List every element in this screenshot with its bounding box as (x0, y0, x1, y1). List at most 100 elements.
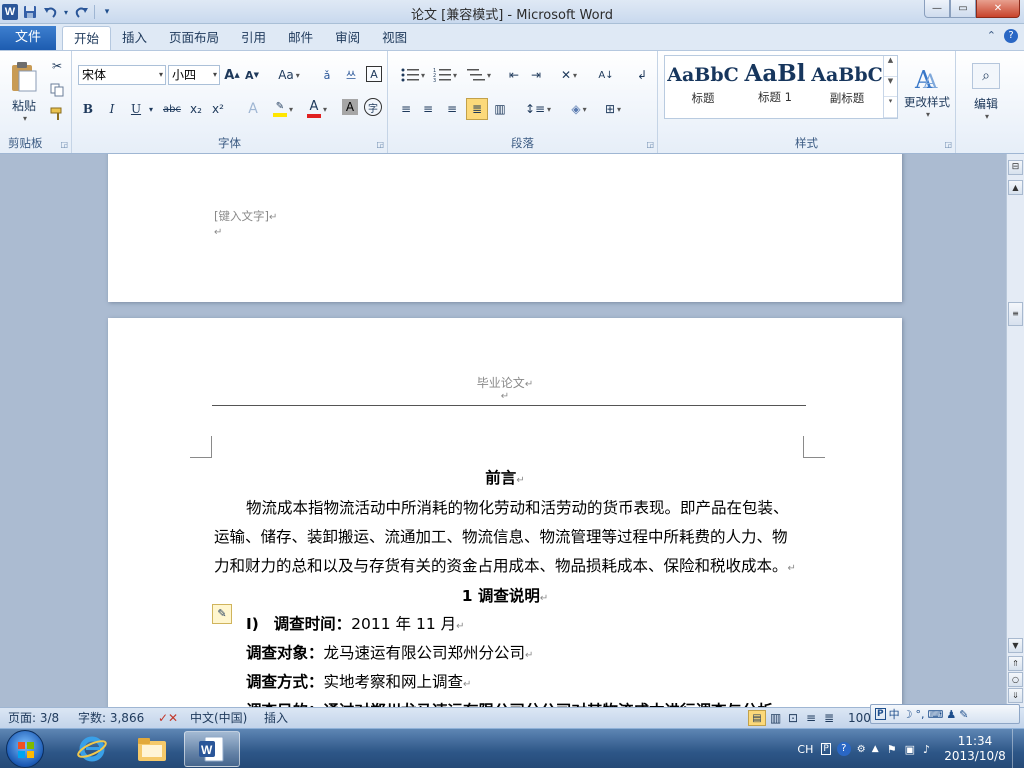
font-launcher-icon[interactable]: ◲ (376, 140, 384, 149)
full-screen-reading-icon[interactable]: ▥ (770, 710, 781, 726)
character-border-icon[interactable]: A (366, 66, 382, 82)
minimize-ribbon-icon[interactable]: ⌃ (987, 29, 996, 43)
style-subtitle[interactable]: AaBbC 副标题 (811, 56, 883, 118)
help-icon[interactable]: ? (1004, 29, 1018, 43)
page-count[interactable]: 页面: 3/8 (8, 710, 59, 726)
page-footer-placeholder[interactable]: [键入文字]↵ (214, 208, 277, 224)
ime-chinese-mode[interactable]: 中 (889, 706, 900, 722)
gallery-more-icon[interactable]: ▾ (884, 97, 897, 119)
paste-button[interactable]: 粘贴 ▾ (4, 55, 44, 129)
outline-view-icon[interactable]: ≡ (806, 710, 816, 726)
gallery-down-icon[interactable]: ▼ (884, 77, 897, 98)
grow-font-button[interactable]: A ▲ (224, 66, 240, 84)
page-2[interactable]: [键入文字]↵ ↵ (108, 154, 902, 302)
character-shading-button[interactable]: A (342, 99, 358, 115)
change-styles-button[interactable]: AA 更改样式 ▾ (900, 57, 954, 127)
action-center-flag-icon[interactable]: ⚑ (887, 743, 897, 756)
ime-tray-icon[interactable]: P (821, 743, 831, 755)
survey-purpose-line[interactable]: 调查目的：通过对郑州龙马速运有限公司分公司对其物流成本进行调查与分析 (246, 699, 773, 707)
show-desktop-button[interactable] (1012, 729, 1024, 768)
volume-icon[interactable]: ♪ (923, 743, 930, 756)
tray-options-icon[interactable]: ⚙ (857, 744, 866, 755)
taskbar-explorer[interactable] (124, 731, 180, 767)
input-language-indicator[interactable]: CH (797, 743, 813, 756)
ime-logo-icon[interactable]: P (875, 708, 886, 720)
taskbar-word[interactable]: W (184, 731, 240, 767)
insert-mode-indicator[interactable]: 插入 (264, 710, 288, 726)
scroll-down-icon[interactable]: ▼ (1008, 638, 1023, 653)
bold-button[interactable]: B (78, 99, 98, 119)
show-hidden-icons[interactable]: ▲ (872, 744, 879, 754)
subscript-button[interactable]: x₂ (186, 99, 206, 119)
paragraph-launcher-icon[interactable]: ◲ (646, 140, 654, 149)
tab-page-layout[interactable]: 页面布局 (158, 26, 230, 50)
survey-method-line[interactable]: 调查方式：实地考察和网上调查↵ (246, 670, 471, 692)
highlight-color-button[interactable]: ✎ ▾ (270, 99, 296, 119)
scroll-thumb[interactable]: ≡ (1008, 302, 1023, 326)
web-layout-icon[interactable]: ⊡ (788, 710, 798, 726)
phonetic-guide-icon[interactable]: ǎ (318, 66, 336, 84)
help-tray-icon[interactable]: ? (836, 742, 851, 756)
document-area[interactable]: [键入文字]↵ ↵ 毕业论文↵ ↵ 前言↵ 物流成本指物流活动中所消耗的物化劳动… (0, 154, 1006, 707)
tab-file[interactable]: 文件 (0, 26, 56, 50)
font-name-combo[interactable]: 宋体 ▾ (78, 65, 166, 85)
network-icon[interactable]: ▣ (905, 743, 915, 756)
distributed-icon[interactable]: ▥ (490, 99, 510, 119)
ime-halfwidth-icon[interactable]: ☽ (903, 708, 913, 721)
print-layout-view-icon[interactable]: ▤ (748, 710, 766, 726)
shrink-font-button[interactable]: A ▼ (244, 66, 260, 84)
draft-view-icon[interactable]: ≣ (824, 710, 834, 726)
line-spacing-button[interactable]: ↕≡ ▾ (524, 99, 552, 119)
clock[interactable]: 11:34 2013/10/8 (938, 734, 1012, 764)
change-case-button[interactable]: Aa ▾ (276, 66, 302, 84)
taskbar-internet-explorer[interactable] (64, 731, 120, 767)
italic-button[interactable]: I (102, 99, 122, 119)
enclose-characters-button[interactable]: 字 (364, 98, 382, 116)
vertical-scrollbar[interactable]: ⊟ ▲ ≡ ▼ ⇑ ○ ⇓ (1006, 154, 1024, 707)
superscript-button[interactable]: x² (208, 99, 228, 119)
survey-time-line[interactable]: I) 调查时间：2011 年 11 月↵ (246, 612, 465, 634)
ime-keyboard-icon[interactable]: ⌨ (927, 708, 943, 721)
scroll-up-icon[interactable]: ▲ (1008, 180, 1023, 195)
preface-line-1[interactable]: 物流成本指物流活动中所消耗的物化劳动和活劳动的货币表现。即产品在包装、 (246, 496, 789, 518)
font-size-combo[interactable]: 小四 ▾ (168, 65, 220, 85)
ime-user-icon[interactable]: ♟ (946, 708, 956, 721)
text-effects-icon[interactable]: A (242, 99, 264, 119)
align-right-icon[interactable]: ≡ (442, 99, 462, 119)
maximize-button[interactable]: ▭ (950, 0, 976, 18)
decrease-indent-icon[interactable]: ⇤ (504, 66, 524, 84)
zoom-level[interactable]: 100 (848, 710, 871, 726)
justify-button[interactable]: ≣ (466, 98, 488, 120)
align-left-icon[interactable]: ≡ (396, 99, 416, 119)
tab-insert[interactable]: 插入 (111, 26, 158, 50)
editing-button[interactable]: ⌕ 编辑 ▾ (964, 57, 1008, 127)
cut-icon[interactable]: ✂ (48, 57, 66, 75)
preface-line-3[interactable]: 力和财力的总和以及与存货有关的资金占用成本、物品损耗成本、保险和税收成本。↵ (214, 554, 796, 576)
underline-button[interactable]: U (126, 99, 146, 119)
clear-formatting-icon[interactable]: 쓰 (342, 66, 360, 84)
format-painter-icon[interactable] (48, 105, 66, 123)
style-heading-1[interactable]: AaBl 标题 1 (739, 56, 811, 118)
word-count[interactable]: 字数: 3,866 (78, 710, 144, 726)
survey-object-line[interactable]: 调查对象：龙马速运有限公司郑州分公司↵ (246, 641, 533, 663)
style-title[interactable]: AaBbC 标题 (667, 56, 739, 118)
sort-icon[interactable]: A↓ (596, 66, 616, 84)
preface-line-2[interactable]: 运输、储存、装卸搬运、流通加工、物流信息、物流管理等过程中所耗费的人力、物 (214, 525, 788, 547)
styles-launcher-icon[interactable]: ◲ (944, 140, 952, 149)
close-button[interactable]: ✕ (976, 0, 1020, 18)
page-3[interactable]: 毕业论文↵ ↵ 前言↵ 物流成本指物流活动中所消耗的物化劳动和活劳动的货币表现。… (108, 318, 902, 707)
ime-settings-icon[interactable]: ✎ (959, 708, 968, 721)
section-1-heading[interactable]: 1 调查说明↵ (108, 584, 902, 606)
previous-page-icon[interactable]: ⇑ (1008, 656, 1023, 671)
borders-button[interactable]: ⊞ ▾ (598, 99, 628, 119)
ime-punctuation-mode[interactable]: °, (915, 708, 924, 721)
language-indicator[interactable]: 中文(中国) (190, 710, 247, 726)
start-button[interactable] (6, 730, 44, 768)
select-browse-object-icon[interactable]: ○ (1008, 672, 1023, 687)
bullets-button[interactable]: ▾ (398, 66, 428, 84)
tab-references[interactable]: 引用 (230, 26, 277, 50)
view-ruler-icon[interactable]: ⊟ (1008, 160, 1023, 175)
autocorrect-options-icon[interactable]: ✎ (212, 604, 232, 624)
minimize-button[interactable]: — (924, 0, 950, 18)
show-hide-marks-icon[interactable]: ↲ (632, 66, 652, 84)
